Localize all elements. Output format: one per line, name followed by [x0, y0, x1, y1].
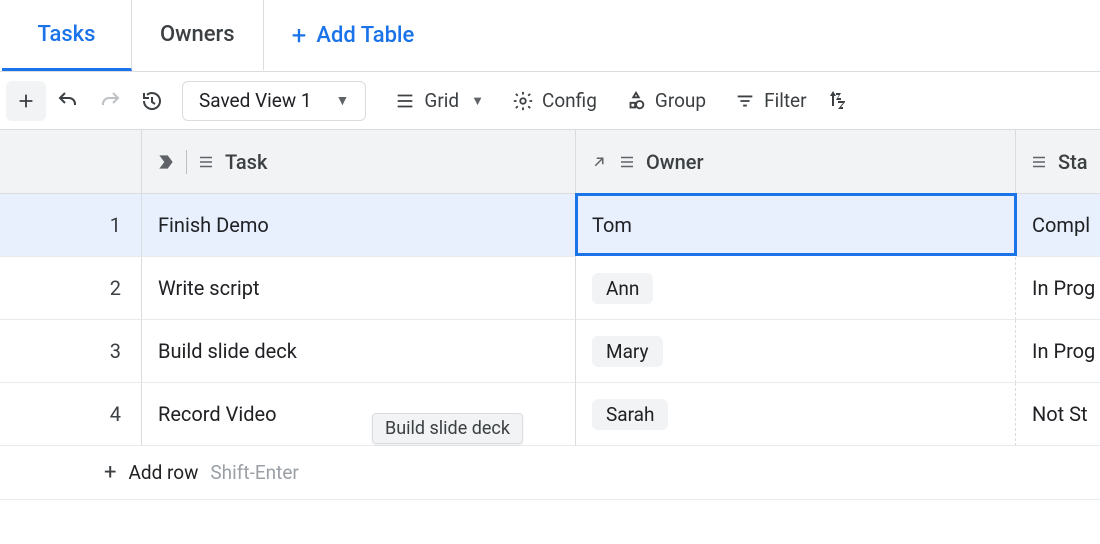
saved-view-label: Saved View 1: [199, 89, 312, 112]
owner-chip: Mary: [592, 336, 663, 367]
row-number-header: [0, 130, 142, 194]
column-label: Owner: [646, 150, 704, 174]
chevron-down-icon: ▼: [471, 93, 484, 109]
group-label: Group: [655, 89, 706, 112]
owner-chip: Ann: [592, 273, 653, 304]
column-label: Sta: [1058, 150, 1088, 174]
menu-lines-icon: [394, 90, 416, 112]
grid-label: Grid: [424, 89, 459, 112]
cell-status[interactable]: In Prog: [1016, 320, 1100, 383]
column-header-task[interactable]: Task: [142, 130, 576, 194]
filter-icon: [734, 90, 756, 112]
menu-lines-icon: [197, 153, 215, 171]
group-button[interactable]: Group: [625, 89, 706, 112]
config-label: Config: [542, 89, 597, 112]
row-number[interactable]: 3: [0, 320, 142, 383]
toolbar: Saved View 1 ▼ Grid ▼ Config Group Filte…: [0, 72, 1100, 130]
row-number[interactable]: 4: [0, 383, 142, 446]
chevron-icon: [156, 152, 176, 172]
chevron-down-icon: ▼: [336, 92, 350, 109]
add-table-button[interactable]: + Add Table: [264, 0, 443, 71]
undo-button[interactable]: [48, 81, 88, 121]
row-number[interactable]: 1: [0, 194, 142, 257]
layout-grid-button[interactable]: Grid ▼: [394, 89, 484, 112]
column-label: Task: [225, 150, 267, 174]
tab-tasks[interactable]: Tasks: [2, 0, 132, 71]
history-button[interactable]: [132, 81, 172, 121]
filter-label: Filter: [764, 89, 806, 112]
add-row-label: Add row: [128, 461, 198, 484]
cell-owner[interactable]: Sarah: [576, 383, 1016, 446]
cell-task[interactable]: Finish Demo: [142, 194, 576, 257]
menu-lines-icon: [1030, 153, 1048, 171]
separator: [186, 150, 187, 174]
cell-owner[interactable]: Mary: [576, 320, 1016, 383]
plus-icon: +: [104, 460, 116, 485]
arrow-out-icon: [590, 153, 608, 171]
config-button[interactable]: Config: [512, 89, 597, 112]
tab-label: Tasks: [38, 22, 96, 47]
plus-icon: [15, 90, 37, 112]
tab-owners[interactable]: Owners: [132, 0, 264, 71]
filter-button[interactable]: Filter: [734, 89, 806, 112]
cell-status[interactable]: Compl: [1016, 194, 1100, 257]
add-row-button[interactable]: + Add row Shift-Enter: [0, 446, 1100, 500]
redo-icon: [98, 89, 122, 113]
tab-strip: Tasks Owners + Add Table: [0, 0, 1100, 72]
saved-view-select[interactable]: Saved View 1 ▼: [182, 81, 366, 121]
cell-owner[interactable]: Ann: [576, 257, 1016, 320]
undo-icon: [56, 89, 80, 113]
row-number[interactable]: 2: [0, 257, 142, 320]
tooltip: Build slide deck: [372, 413, 523, 444]
cell-task[interactable]: Write script: [142, 257, 576, 320]
add-table-label: Add Table: [316, 23, 414, 48]
history-icon: [140, 89, 164, 113]
group-icon: [625, 90, 647, 112]
plus-icon: +: [292, 23, 307, 49]
cell-status[interactable]: In Prog: [1016, 257, 1100, 320]
cell-task[interactable]: Build slide deck: [142, 320, 576, 383]
column-header-owner[interactable]: Owner: [576, 130, 1016, 194]
gear-icon: [512, 90, 534, 112]
cell-status[interactable]: Not St: [1016, 383, 1100, 446]
menu-lines-icon: [618, 153, 636, 171]
add-button[interactable]: [6, 81, 46, 121]
column-header-status[interactable]: Sta: [1016, 130, 1100, 194]
add-row-hint: Shift-Enter: [210, 461, 298, 484]
sort-az-icon: [827, 89, 851, 113]
data-grid: Task Owner Sta 1 Finish Demo Tom Compl 2…: [0, 130, 1100, 500]
owner-chip: Sarah: [592, 399, 668, 430]
cell-owner-selected[interactable]: Tom: [575, 193, 1017, 256]
tab-label: Owners: [160, 22, 235, 47]
sort-button[interactable]: [827, 89, 851, 113]
redo-button[interactable]: [90, 81, 130, 121]
